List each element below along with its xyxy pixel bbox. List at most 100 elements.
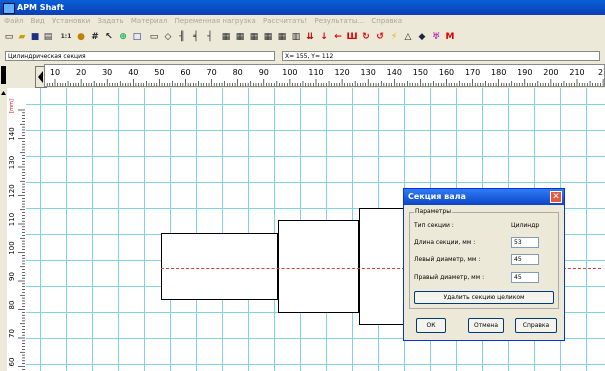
status-row: Цилиндрическая секция X= 155, Y= 112: [0, 50, 605, 63]
bearing-icon[interactable]: ⚡: [388, 31, 400, 43]
h-ruler-label: 140: [387, 68, 402, 77]
menu-results[interactable]: Результаты...: [314, 17, 364, 25]
h-ruler-label: 110: [308, 68, 323, 77]
section-fillet-icon[interactable]: ▦: [276, 31, 288, 43]
h-ruler-label: 60: [180, 68, 190, 77]
h-ruler-label: 70: [207, 68, 217, 77]
cancel-button[interactable]: Отмена: [468, 318, 504, 333]
menu-material[interactable]: Материал: [131, 17, 167, 25]
section-type-status: Цилиндрическая секция: [5, 51, 275, 61]
shaft-section-1[interactable]: [161, 233, 278, 300]
save-icon[interactable]: ■: [29, 31, 41, 43]
section-keyway-icon[interactable]: ╢: [176, 31, 188, 43]
h-ruler-label: 210: [569, 68, 584, 77]
force-icon[interactable]: ⇊: [304, 31, 316, 43]
dialog-title: Секция вала: [404, 189, 564, 205]
new-file-icon[interactable]: ▭: [3, 31, 15, 43]
scroll-handle[interactable]: [1, 66, 6, 84]
section-groove-icon[interactable]: ▦: [220, 31, 232, 43]
section-cylinder-icon[interactable]: ▭: [148, 31, 160, 43]
right-diameter-label: Правый диаметр, мм :: [414, 274, 485, 281]
torque-icon[interactable]: Ш: [346, 31, 358, 43]
magnet-icon[interactable]: △: [402, 31, 414, 43]
menu-bar: Файл Вид Установки Задать Материал Перем…: [0, 15, 605, 27]
v-ruler-label: 70: [8, 329, 16, 338]
h-ruler-label: 80: [233, 68, 243, 77]
grid-icon[interactable]: #: [89, 31, 101, 43]
link-icon[interactable]: ●: [75, 31, 87, 43]
toolbar: ▭ ▰ ■ ▤ 1:1 ● # ↖ ⊕ □ ▭ ◇ ╢ ╡ ┤ ▦ ▦ ▦ ▦ …: [0, 27, 605, 50]
section-chamfer-icon[interactable]: ▦: [262, 31, 274, 43]
left-diameter-input[interactable]: 45: [511, 254, 539, 265]
left-diameter-label: Левый диаметр, мм :: [414, 256, 481, 263]
section-thread-icon[interactable]: ┤: [204, 31, 216, 43]
lightning-icon[interactable]: ↻: [360, 31, 372, 43]
menu-file[interactable]: Файл: [4, 17, 23, 25]
h-ruler-label: 50: [154, 68, 164, 77]
open-folder-icon[interactable]: ▰: [16, 31, 28, 43]
right-diameter-input[interactable]: 45: [511, 272, 539, 283]
material-icon[interactable]: ◆: [416, 31, 428, 43]
support-icon[interactable]: ▥: [290, 31, 302, 43]
h-ruler-label: 180: [491, 68, 506, 77]
h-ruler-label: 20: [76, 68, 86, 77]
menu-view[interactable]: Вид: [31, 17, 45, 25]
zoom-icon[interactable]: ⊕: [117, 31, 129, 43]
moment-icon[interactable]: ←: [332, 31, 344, 43]
h-ruler-label: 150: [413, 68, 428, 77]
v-ruler-label: 110: [8, 213, 16, 226]
close-icon[interactable]: ✕: [550, 191, 562, 203]
menu-variable-load[interactable]: Переменная нагрузка: [175, 17, 256, 25]
h-ruler-label: 100: [282, 68, 297, 77]
delete-section-button[interactable]: Удалить секцию целиком: [414, 291, 554, 304]
vertical-ruler-scale: [mm] 140 130 120 110 100 90 80 70 60: [8, 99, 25, 370]
ruler-row: 10 20 30 40 50 60 70 80 90 100 110 120 130 140 150 160 1…: [0, 63, 605, 88]
horizontal-ruler: 10 20 30 40 50 60 70 80 90 100 110 120 130 140 150 160 1…: [44, 64, 605, 87]
menu-calculate[interactable]: Рассчитать!: [263, 17, 307, 25]
length-input[interactable]: 53: [511, 237, 539, 248]
section-hole-icon[interactable]: ▦: [248, 31, 260, 43]
v-ruler-label: 100: [8, 241, 16, 254]
shaft-section-3[interactable]: [359, 208, 404, 325]
pointer-icon[interactable]: ↖: [103, 31, 115, 43]
vertical-scrollbar[interactable]: [0, 88, 7, 371]
v-ruler-label: 130: [8, 156, 16, 169]
h-ruler-label: 22: [598, 68, 605, 77]
misc-tool-icon[interactable]: ♅: [430, 31, 442, 43]
section-cone-icon[interactable]: ◇: [162, 31, 174, 43]
help-button[interactable]: Справка: [515, 318, 557, 333]
menu-define[interactable]: Задать: [98, 17, 124, 25]
window-title: APM Shaft: [17, 3, 64, 12]
shaft-section-2[interactable]: [278, 220, 359, 313]
ok-button[interactable]: ОК: [416, 318, 446, 333]
h-ruler-label: 30: [102, 68, 112, 77]
h-ruler-label: 190: [517, 68, 532, 77]
section-type-label: Тип секции :: [414, 222, 454, 229]
h-ruler-label: 160: [439, 68, 454, 77]
parameters-group-label: Параметры: [414, 208, 452, 215]
v-ruler-unit: [mm]: [9, 99, 15, 113]
v-ruler-label: 60: [8, 358, 16, 367]
menu-settings[interactable]: Установки: [52, 17, 90, 25]
arrow-up-icon: [1, 91, 6, 95]
title-bar: APM Shaft: [0, 0, 605, 15]
scale-icon[interactable]: 1:1: [60, 31, 72, 43]
v-ruler-label: 80: [8, 301, 16, 310]
select-icon[interactable]: □: [131, 31, 143, 43]
distributed-load-icon[interactable]: ↓: [318, 31, 330, 43]
triangle-icon[interactable]: ↺: [374, 31, 386, 43]
menu-help[interactable]: Справка: [371, 17, 402, 25]
h-ruler-label: 170: [465, 68, 480, 77]
section-spline-icon[interactable]: ╡: [190, 31, 202, 43]
v-ruler-label: 140: [8, 127, 16, 140]
v-ruler-label: 90: [8, 272, 16, 281]
print-icon[interactable]: ▤: [42, 31, 54, 43]
section-step-icon[interactable]: ▦: [234, 31, 246, 43]
section-type-value: Цилиндр: [511, 222, 540, 229]
h-ruler-label: 200: [543, 68, 558, 77]
h-ruler-label: 90: [259, 68, 269, 77]
m-icon[interactable]: M: [444, 31, 456, 43]
h-ruler-label: 40: [128, 68, 138, 77]
length-label: Длина секции, мм :: [414, 239, 476, 246]
app-icon: [3, 3, 15, 14]
